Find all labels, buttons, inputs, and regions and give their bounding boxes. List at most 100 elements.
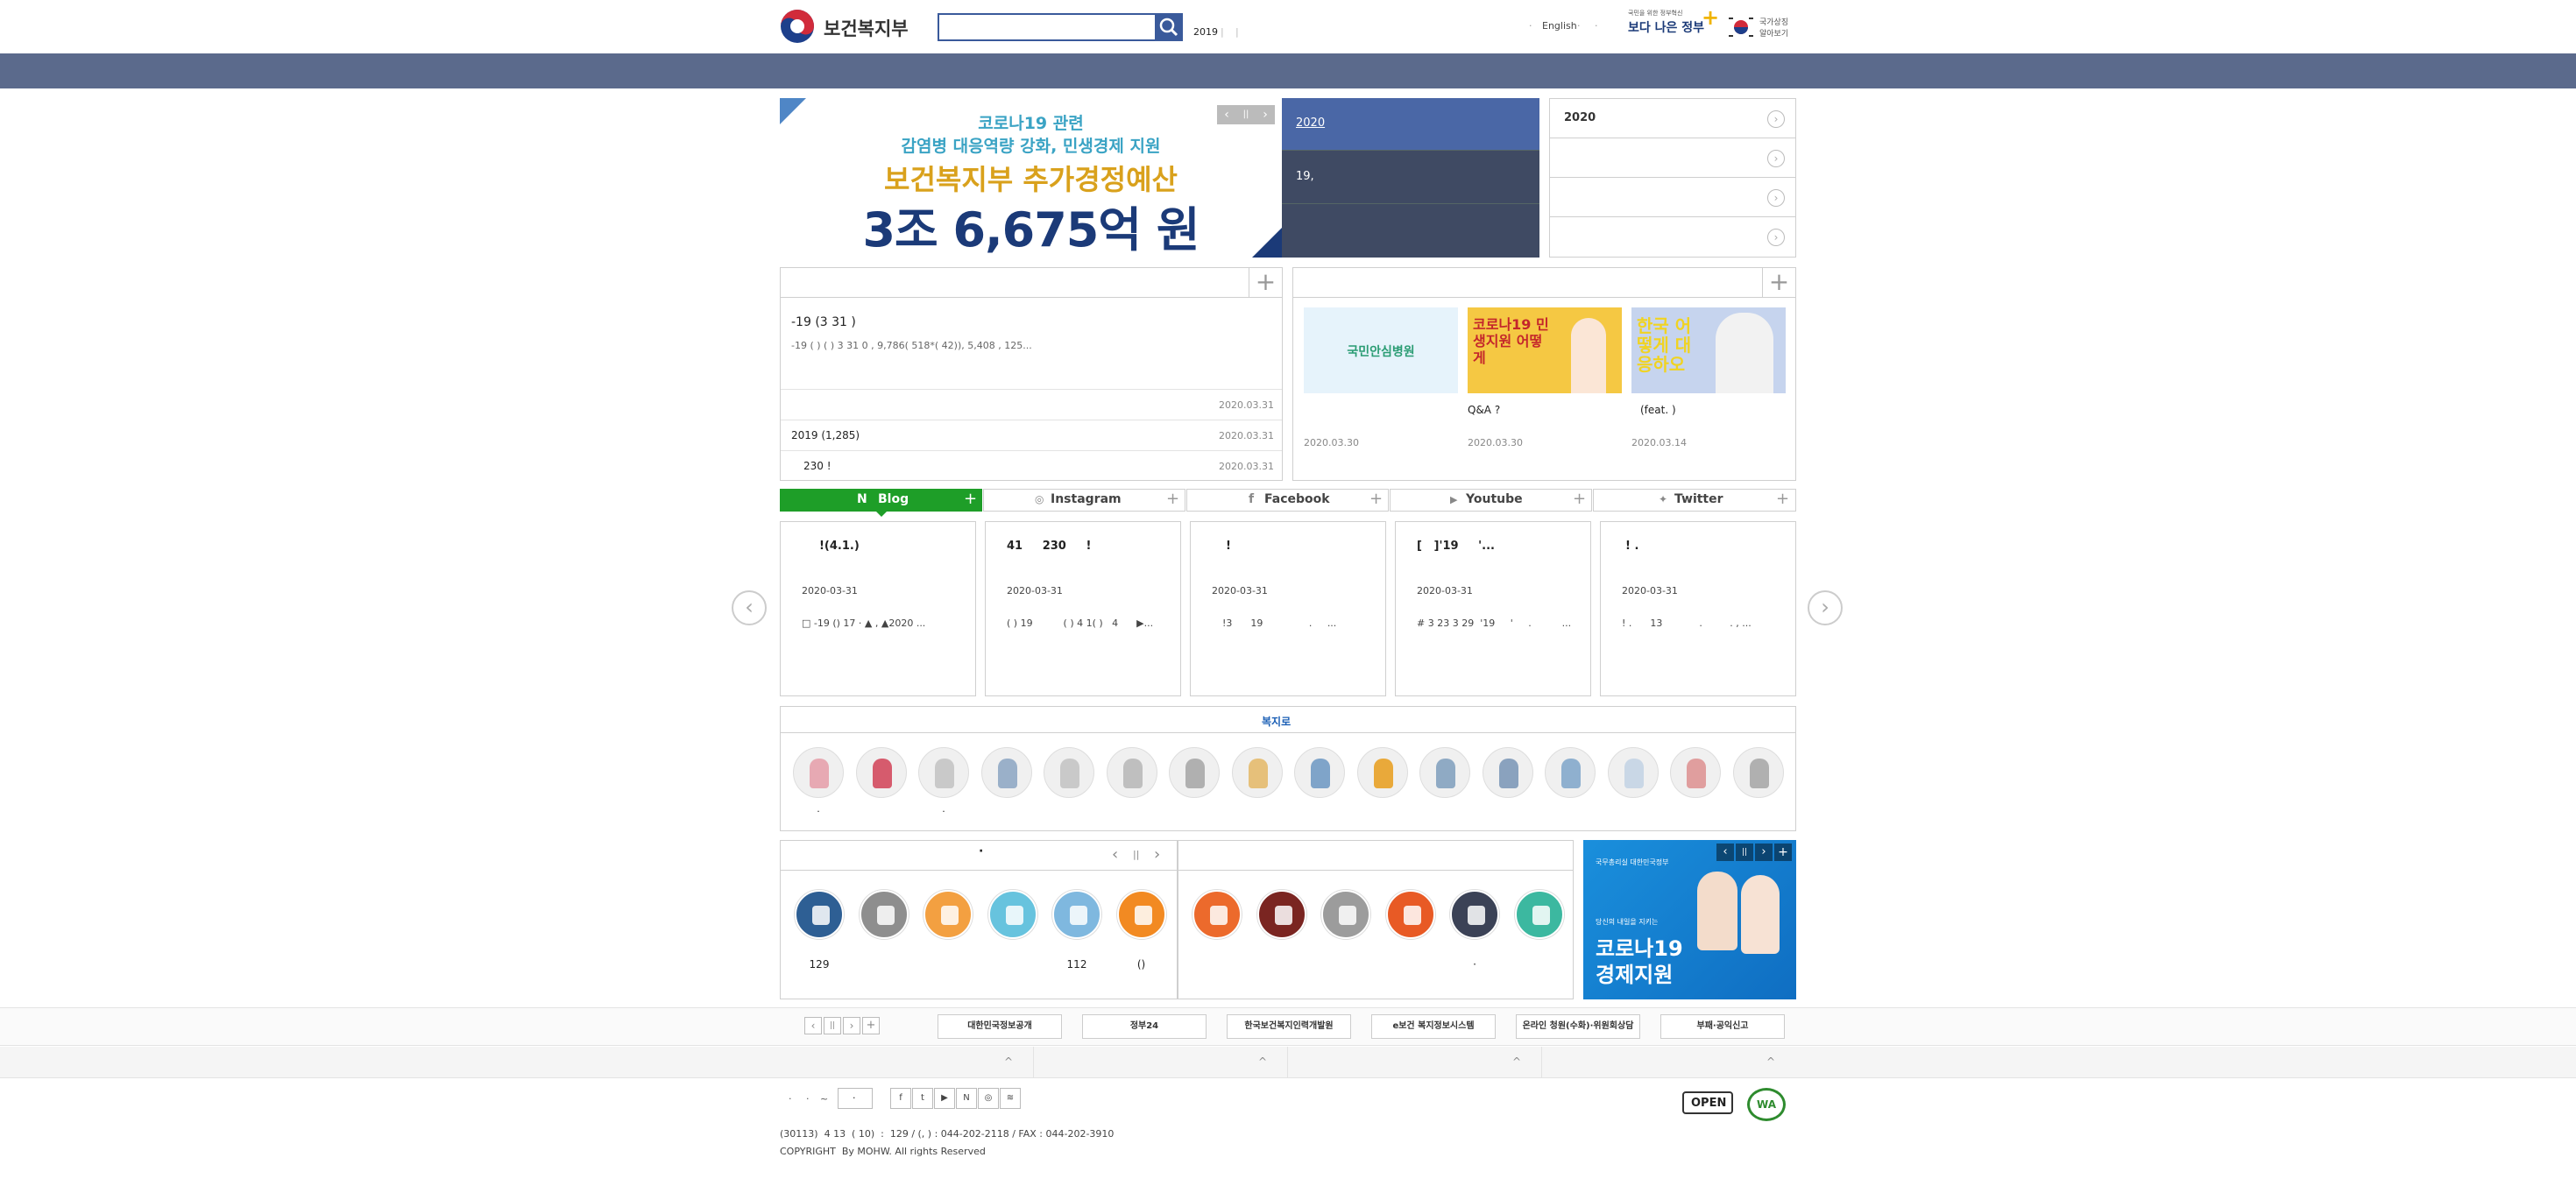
related-site-link[interactable]: 대한민국정보공개 <box>938 1014 1062 1039</box>
footer-toggle-item[interactable]: ^ <box>1288 1047 1542 1078</box>
tab-instagram[interactable]: ◎ Instagram + <box>983 489 1185 512</box>
promo-prev-button[interactable]: ‹ <box>1716 844 1734 861</box>
main-banner[interactable]: 코로나19 관련 감염병 대응역량 강화, 민생경제 지원 보건복지부 추가경정… <box>780 98 1282 258</box>
related-site-link[interactable]: 부패·공익신고 <box>1660 1014 1785 1039</box>
lang-english-link[interactable]: English <box>1542 20 1577 32</box>
quick-list-item[interactable]: › <box>1550 178 1795 217</box>
sns-card[interactable]: ! . 2020-03-31 ! . 13 . . , ... <box>1600 521 1796 696</box>
service-shortcut[interactable]: · <box>1448 890 1501 986</box>
promo-next-button[interactable]: › <box>1755 844 1773 861</box>
related-prev-button[interactable]: ‹ <box>804 1017 822 1034</box>
service-shortcut[interactable] <box>1191 890 1243 986</box>
welfare-service-item[interactable] <box>1231 747 1284 826</box>
banner-prev-button[interactable]: ‹ <box>1217 105 1236 124</box>
tab-plus-button[interactable]: + <box>1573 490 1586 508</box>
promo-plus-button[interactable]: + <box>1774 844 1792 861</box>
notice-more-button[interactable]: + <box>1249 268 1282 298</box>
tab-blog[interactable]: N Blog + <box>780 489 982 517</box>
sns-prev-button[interactable]: ‹ <box>732 590 767 625</box>
related-site-link[interactable]: 온라인 청원(수화)·위원회상담 <box>1516 1014 1640 1039</box>
welfare-service-item[interactable] <box>1356 747 1410 826</box>
keyword-year[interactable]: 2019 <box>1193 26 1218 38</box>
media-item[interactable]: 코로나19 민생지원 어떻게 Q&A ? 2020.03.30 <box>1468 307 1622 474</box>
footer-sns-icon[interactable]: ▶ <box>934 1088 955 1109</box>
tab-twitter[interactable]: ✦ Twitter + <box>1593 489 1796 512</box>
main-nav-bar[interactable] <box>0 53 2576 88</box>
footer-sns-icon[interactable]: f <box>890 1088 911 1109</box>
footer-sns-icon[interactable]: t <box>912 1088 933 1109</box>
search-input[interactable] <box>938 13 1157 41</box>
service-shortcut[interactable]: 129 <box>793 890 846 986</box>
footer-link[interactable]: · <box>789 1093 792 1105</box>
related-site-link[interactable]: e보건 복지정보시스템 <box>1371 1014 1496 1039</box>
quick-list-item[interactable]: › <box>1550 138 1795 178</box>
search-button[interactable] <box>1155 13 1183 41</box>
sns-next-button[interactable]: › <box>1808 590 1843 625</box>
news-side-item[interactable]: 19, <box>1282 151 1539 204</box>
news-side-item[interactable]: 2020 <box>1282 98 1539 151</box>
banner-next-button[interactable]: › <box>1256 105 1275 124</box>
footer-toggle-item[interactable]: ^ <box>1542 1047 1796 1078</box>
gov-slogan-logo[interactable]: 국민을 위한 정부혁신 보다 나은 정부 + <box>1628 5 1719 44</box>
national-symbol-link[interactable]: 국가상징 알아보기 <box>1728 12 1798 42</box>
tab-plus-button[interactable]: + <box>1166 490 1179 508</box>
notice-row[interactable]: 2020.03.31 <box>781 389 1282 420</box>
footer-link[interactable]: · <box>806 1093 810 1105</box>
open-badge[interactable]: OPEN <box>1682 1091 1733 1114</box>
sns-card[interactable]: 41 230 ! 2020-03-31 ( ) 19 ( ) 4 1( ) 4 … <box>985 521 1181 696</box>
welfare-service-item[interactable] <box>980 747 1034 826</box>
service-shortcut[interactable]: () <box>1115 890 1168 986</box>
footer-sns-icon[interactable]: ◎ <box>978 1088 999 1109</box>
service-shortcut[interactable]: 112 <box>1051 890 1103 986</box>
quick-list-item[interactable]: 2020 › <box>1550 99 1795 138</box>
logo[interactable]: 보건복지부 <box>780 9 911 44</box>
welfare-service-item[interactable] <box>1044 747 1096 826</box>
service-shortcut[interactable] <box>987 890 1039 986</box>
sns-card[interactable]: !(4.1.) 2020-03-31 □ -19 () 17 · ▲ , ▲20… <box>780 521 976 696</box>
tab-plus-button[interactable]: + <box>1369 490 1383 508</box>
notice-row[interactable]: 230 ! 2020.03.31 <box>781 450 1282 480</box>
bokjiro-logo[interactable]: 복지로 <box>1262 714 1291 729</box>
welfare-service-item[interactable] <box>1732 747 1786 826</box>
welfare-service-item[interactable] <box>1482 747 1535 826</box>
welfare-service-item[interactable] <box>1419 747 1472 826</box>
services-next-button[interactable]: › <box>1154 845 1160 864</box>
welfare-service-item[interactable] <box>855 747 909 826</box>
welfare-service-item[interactable] <box>1670 747 1723 826</box>
service-shortcut[interactable] <box>1384 890 1437 986</box>
related-site-link[interactable]: 정부24 <box>1082 1014 1207 1039</box>
sns-card[interactable]: [ ]'19 '... 2020-03-31 # 3 23 3 29 '19 '… <box>1395 521 1591 696</box>
welfare-service-item[interactable]: . <box>918 747 971 826</box>
promo-pause-button[interactable]: || <box>1736 844 1753 861</box>
service-shortcut[interactable] <box>922 890 974 986</box>
footer-toggle-item[interactable]: ^ <box>780 1047 1034 1078</box>
service-shortcut[interactable] <box>858 890 910 986</box>
related-plus-button[interactable]: + <box>862 1017 880 1034</box>
tab-facebook[interactable]: f Facebook + <box>1186 489 1389 512</box>
tab-youtube[interactable]: ▶ Youtube + <box>1390 489 1592 512</box>
banner-pause-button[interactable]: || <box>1236 105 1256 124</box>
footer-sns-icon[interactable]: ≋ <box>1000 1088 1021 1109</box>
footer-sns-icon[interactable]: N <box>956 1088 977 1109</box>
services-pause-button[interactable]: || <box>1133 849 1139 860</box>
quick-list-item[interactable]: › <box>1550 217 1795 257</box>
welfare-service-item[interactable]: . <box>793 747 846 826</box>
services-prev-button[interactable]: ‹ <box>1112 845 1118 864</box>
media-item[interactable]: 한국 어떻게 대응하오 (feat. ) 2020.03.14 <box>1631 307 1786 474</box>
related-pause-button[interactable]: || <box>824 1017 841 1034</box>
notice-row[interactable]: 2019 (1,285) 2020.03.31 <box>781 420 1282 450</box>
footer-link[interactable]: ~ <box>820 1093 828 1105</box>
footer-select[interactable]: · <box>838 1088 873 1109</box>
related-site-link[interactable]: 한국보건복지인력개발원 <box>1227 1014 1351 1039</box>
media-more-button[interactable]: + <box>1762 268 1795 298</box>
footer-toggle-item[interactable]: ^ <box>1034 1047 1288 1078</box>
service-shortcut[interactable] <box>1320 890 1372 986</box>
news-side-item[interactable] <box>1282 204 1539 258</box>
tab-plus-button[interactable]: + <box>1776 490 1789 508</box>
welfare-service-item[interactable] <box>1545 747 1597 826</box>
related-next-button[interactable]: › <box>843 1017 860 1034</box>
promo-banner[interactable]: 국무총리실 대한민국정부 당신의 내일을 지키는 코로나19 경제지원 ‹ ||… <box>1583 840 1796 999</box>
welfare-service-item[interactable] <box>1607 747 1660 826</box>
sns-card[interactable]: ! 2020-03-31 !3 19 . ... <box>1190 521 1386 696</box>
welfare-service-item[interactable] <box>1106 747 1159 826</box>
